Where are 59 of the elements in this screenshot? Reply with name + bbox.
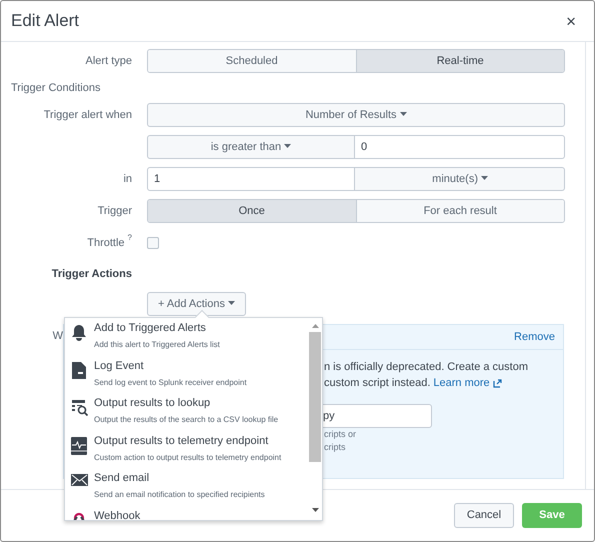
caret-icon [400,112,407,116]
menu-item-title: Log Event [94,358,145,374]
dropdown-button[interactable]: Number of Results [147,103,565,127]
window-title: Edit Alert [11,10,80,32]
menu-item[interactable]: Send email Send an email notification to specified recipients [70,471,308,508]
dropdown-button[interactable]: minute(s) [355,167,565,191]
menu-item-description: Send log event to Splunk receiver endpoint [94,376,247,388]
pulse-monitor-icon [71,436,87,454]
field-label: Alert type [86,54,132,67]
menu-item-title: Output results to telemetry endpoint [94,434,270,448]
menu-item-title: Send email [94,471,150,486]
menu-item[interactable]: Webhook [70,508,308,520]
description-text: n is officially deprecated. Create a custom [324,360,530,375]
envelope-icon [70,474,88,486]
menu-item-title: Add to Triggered Alerts [94,321,207,336]
segment-tab[interactable]: Once [148,200,356,222]
menu-item[interactable]: Log Event Send log event to Splunk receiver endpoint [70,358,308,396]
field-label: Trigger alert when [44,108,132,121]
field-label: Throttle [87,236,125,251]
section-title: Trigger Actions [52,268,132,280]
segment-tab[interactable]: Real-time [356,50,564,72]
help-mark: ? [128,232,132,244]
field-label: in [123,172,132,185]
input-field[interactable]: 0 [355,135,565,159]
scroll-up-icon [312,324,318,328]
dropdown-button[interactable]: is greater than [147,135,355,159]
description-text: custom script instead. [324,376,430,391]
caret-icon [481,176,488,180]
menu-item-title: Output results to lookup [94,396,212,411]
scroll-down-icon [312,508,318,512]
menu-item-description: Add this alert to Triggered Alerts list [94,339,220,351]
input-field[interactable]: 1 [147,167,355,191]
table-magnifier-icon [70,399,88,416]
learn-more-link[interactable]: Learn more [433,375,502,391]
add-actions-button[interactable]: + Add Actions [147,292,246,316]
help-text: cripts or [324,428,358,441]
field-label: W [52,329,63,344]
remove-link[interactable]: Remove [514,328,555,346]
field-label: Trigger [98,204,132,217]
bell-icon [71,324,87,341]
document-icon [72,362,86,378]
menu-item[interactable]: Output results to telemetry endpoint Custom action to output results to telemetry endpoint [70,434,308,471]
menu-item-description: Send an email notification to specified recipients [94,489,265,501]
scrollbar-thumb[interactable] [309,332,321,462]
cancel-button[interactable]: Cancel [454,503,514,528]
caret-icon [228,301,235,305]
external-link-icon [492,378,502,388]
section-title: Trigger Conditions [11,80,100,96]
checkbox[interactable] [147,237,159,250]
menu-item-description: Output the results of the search to a CSV lookup file [94,414,278,426]
menu-item[interactable]: Output results to lookup Output the results of the search to a CSV lookup file [70,396,308,434]
segment-tab[interactable]: For each result [356,200,564,222]
caret-icon [284,144,292,148]
close-button[interactable]: × [566,12,576,30]
menu-item-description: Custom action to output results to telemetry endpoint [94,452,282,464]
menu-item[interactable]: Add to Triggered Alerts Add this alert to Triggered Alerts list [70,321,308,358]
help-text: cripts [324,441,347,454]
segment-tab[interactable]: Scheduled [148,50,356,72]
menu-item-title: Webhook [94,508,140,520]
